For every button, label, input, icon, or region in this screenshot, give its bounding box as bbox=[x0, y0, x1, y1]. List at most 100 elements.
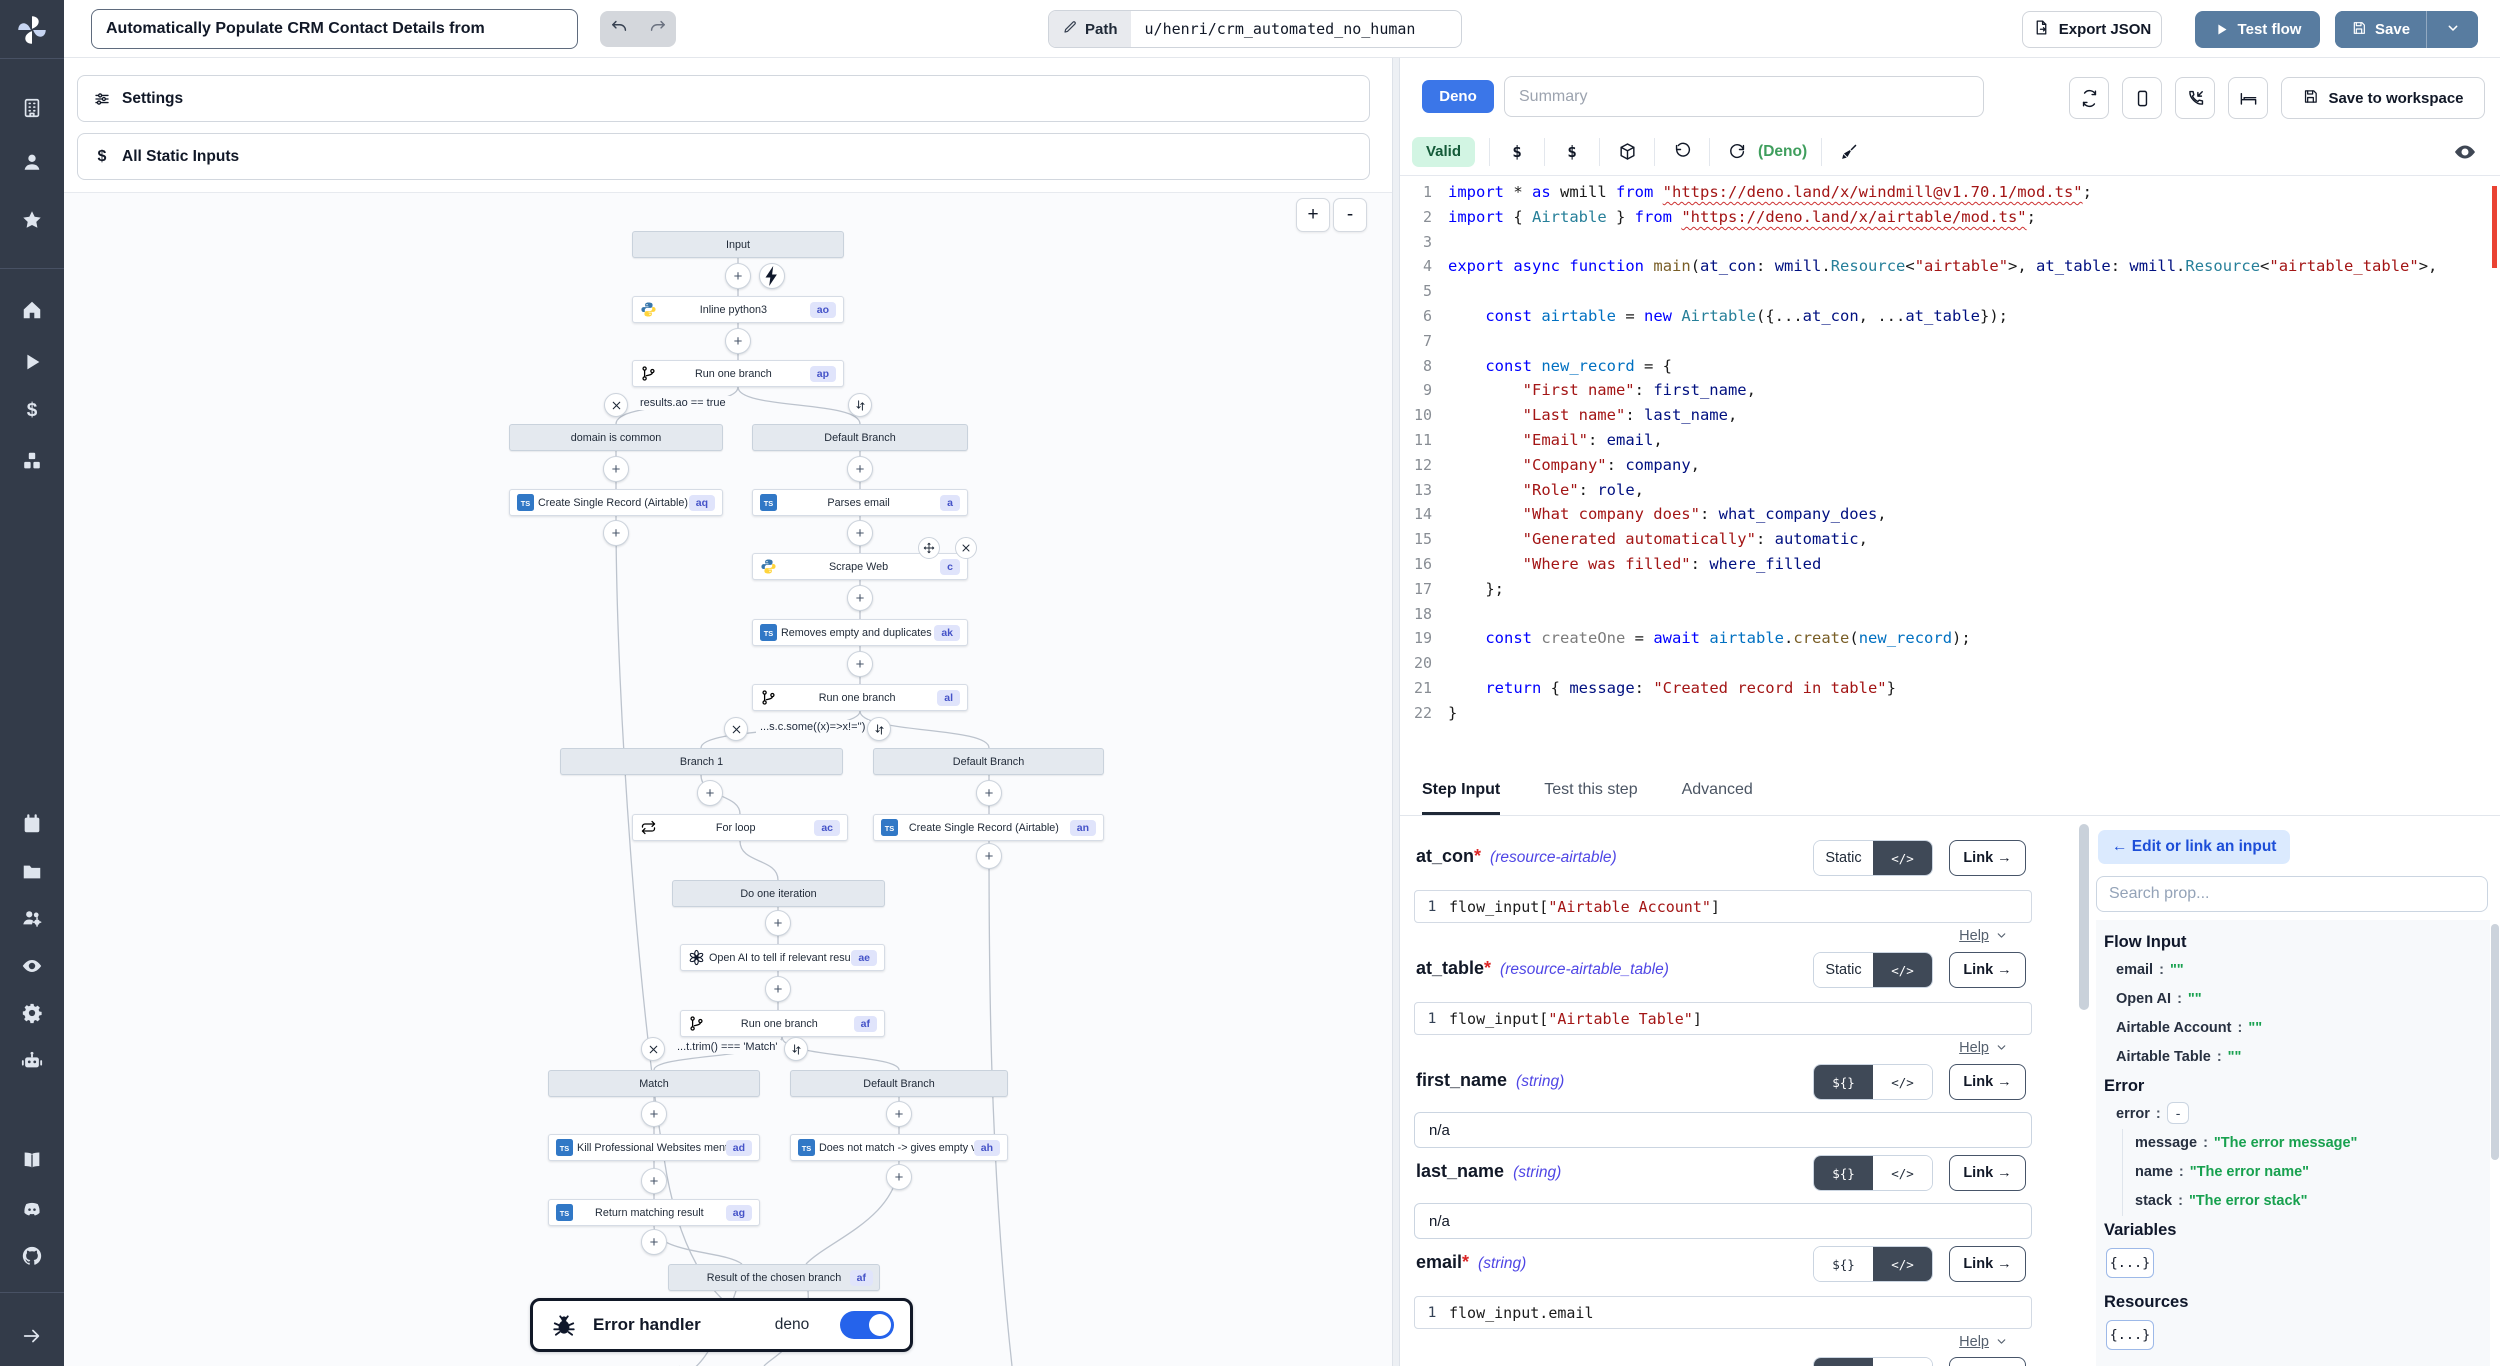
input-mode-toggle[interactable]: ${}</> bbox=[1813, 1357, 1933, 1366]
remove-step-icon[interactable] bbox=[955, 537, 977, 559]
add-step-button[interactable]: + bbox=[847, 651, 873, 677]
link-input-button[interactable]: Link → bbox=[1949, 952, 2026, 988]
sidebar-discord-icon[interactable] bbox=[21, 1199, 43, 1221]
sidebar-play-icon[interactable] bbox=[21, 351, 43, 373]
sidebar-github-icon[interactable] bbox=[21, 1245, 43, 1267]
windmill-logo-icon[interactable] bbox=[15, 13, 49, 47]
error-handler-toggle[interactable] bbox=[840, 1311, 894, 1339]
inspector-scrollbar[interactable] bbox=[2490, 920, 2500, 1366]
collapse-button[interactable]: - bbox=[2167, 1102, 2190, 1124]
flow-step-node[interactable]: Run one branchal bbox=[752, 684, 968, 711]
flow-branch-header[interactable]: domain is common bbox=[509, 424, 723, 451]
help-link[interactable]: Help bbox=[1414, 1334, 2008, 1350]
add-step-button[interactable]: + bbox=[847, 520, 873, 546]
test-flow-button[interactable]: Test flow bbox=[2195, 11, 2320, 48]
code-line[interactable]: 17 }; bbox=[1400, 577, 2494, 602]
add-step-button[interactable]: + bbox=[697, 780, 723, 806]
expression-editor[interactable]: 1flow_input["Airtable Table"] bbox=[1414, 1002, 2032, 1035]
dollar-resource-icon[interactable]: $ bbox=[1559, 139, 1585, 165]
eye-icon[interactable] bbox=[2452, 140, 2478, 166]
code-line[interactable]: 6 const airtable = new Airtable({...at_c… bbox=[1400, 304, 2494, 329]
history-icon[interactable] bbox=[1669, 139, 1695, 165]
code-line[interactable]: 3 bbox=[1400, 230, 2494, 255]
phone-incoming-icon[interactable] bbox=[2175, 77, 2215, 119]
branch-compare-icon[interactable] bbox=[848, 393, 872, 417]
panel-divider[interactable] bbox=[1392, 58, 1400, 1366]
add-step-button[interactable]: + bbox=[976, 780, 1002, 806]
flow-step-node[interactable]: Scrape Webc bbox=[752, 553, 968, 580]
flow-step-node[interactable]: Open AI to tell if relevant resultae bbox=[680, 944, 885, 971]
flow-step-node[interactable]: TSCreate Single Record (Airtable)an bbox=[873, 814, 1104, 841]
add-step-button[interactable]: + bbox=[603, 520, 629, 546]
code-line[interactable]: 16 "Where was filled": where_filled bbox=[1400, 552, 2494, 577]
flow-branch-header[interactable]: Branch 1 bbox=[560, 748, 843, 775]
save-to-workspace-button[interactable]: Save to workspace bbox=[2281, 77, 2485, 119]
path-value[interactable]: u/henri/crm_automated_no_human bbox=[1131, 11, 1461, 47]
input-mode-toggle[interactable]: ${}</> bbox=[1813, 1246, 1933, 1282]
code-line[interactable]: 18 bbox=[1400, 602, 2494, 627]
code-line[interactable]: 22} bbox=[1400, 701, 2494, 726]
sidebar-folder-icon[interactable] bbox=[21, 861, 43, 883]
expression-editor[interactable]: 1flow_input.email bbox=[1414, 1296, 2032, 1329]
flow-branch-header[interactable]: Do one iteration bbox=[672, 880, 885, 907]
flow-step-node[interactable]: TSParses emaila bbox=[752, 489, 968, 516]
static-mode-segment[interactable]: Static bbox=[1814, 841, 1873, 875]
flow-branch-header[interactable]: Default Branch bbox=[752, 424, 968, 451]
flow-branch-header[interactable]: Input bbox=[632, 231, 844, 258]
error-handler-node[interactable]: Error handlerdeno bbox=[530, 1298, 913, 1352]
static-mode-segment[interactable]: Static bbox=[1814, 953, 1873, 987]
sidebar-arrow-right-icon[interactable] bbox=[21, 1325, 43, 1347]
flow-step-node[interactable]: TSKill Professional Websites mentionsad bbox=[548, 1134, 760, 1161]
branch-compare-icon[interactable] bbox=[784, 1037, 808, 1061]
flow-branch-header[interactable]: Result of the chosen branchaf bbox=[668, 1264, 880, 1291]
flow-branch-header[interactable]: Default Branch bbox=[873, 748, 1104, 775]
inspector-prop-error[interactable]: error:- bbox=[2104, 1100, 2490, 1129]
undo-icon[interactable] bbox=[607, 17, 631, 41]
code-line[interactable]: 1import * as wmill from "https://deno.la… bbox=[1400, 180, 2494, 205]
sidebar-book-icon[interactable] bbox=[21, 1149, 43, 1171]
static-value-input[interactable] bbox=[1414, 1112, 2032, 1148]
static-value-input[interactable] bbox=[1414, 1203, 2032, 1239]
code-mode-segment[interactable]: </> bbox=[1873, 1065, 1932, 1099]
flow-step-node[interactable]: Run one branchap bbox=[632, 360, 844, 387]
code-mode-segment[interactable]: </> bbox=[1873, 1156, 1932, 1190]
add-step-button[interactable]: + bbox=[886, 1164, 912, 1190]
zoom-out-button[interactable]: - bbox=[1333, 198, 1367, 232]
tab-advanced[interactable]: Advanced bbox=[1682, 781, 1753, 815]
flow-step-node[interactable]: TSReturn matching resultag bbox=[548, 1199, 760, 1226]
code-line[interactable]: 5 bbox=[1400, 279, 2494, 304]
workbench-icon[interactable] bbox=[2228, 77, 2268, 119]
flow-step-node[interactable]: Run one branchaf bbox=[680, 1010, 885, 1037]
sidebar-cubes-icon[interactable] bbox=[21, 450, 43, 472]
sidebar-users-gear-icon[interactable] bbox=[21, 907, 43, 929]
package-icon[interactable] bbox=[1614, 139, 1640, 165]
inspector-prop-name[interactable]: name:"The error name" bbox=[2123, 1158, 2490, 1187]
sidebar-calendar-icon[interactable] bbox=[21, 813, 43, 835]
flow-branch-header[interactable]: Default Branch bbox=[790, 1070, 1008, 1097]
expand-object-button[interactable]: {...} bbox=[2106, 1248, 2154, 1278]
help-link[interactable]: Help bbox=[1414, 928, 2008, 944]
export-json-button[interactable]: Export JSON bbox=[2022, 11, 2162, 48]
sidebar-user-icon[interactable] bbox=[21, 151, 43, 173]
code-mode-segment[interactable]: </> bbox=[1873, 1247, 1932, 1281]
edit-or-link-input-button[interactable]: ← Edit or link an input bbox=[2098, 830, 2290, 864]
add-step-button[interactable]: + bbox=[976, 843, 1002, 869]
inspector-prop-airtable-table[interactable]: Airtable Table:"" bbox=[2104, 1043, 2490, 1072]
flow-step-node[interactable]: TSDoes not match -> gives empty valueah bbox=[790, 1134, 1008, 1161]
inspector-prop-open-ai[interactable]: Open AI:"" bbox=[2104, 985, 2490, 1014]
sidebar-gear-icon[interactable] bbox=[21, 1002, 43, 1024]
zoom-in-button[interactable]: + bbox=[1296, 198, 1330, 232]
link-input-button[interactable]: Link → bbox=[1949, 1357, 2026, 1366]
code-line[interactable]: 19 const createOne = await airtable.crea… bbox=[1400, 626, 2494, 651]
sidebar-home-icon[interactable] bbox=[21, 299, 43, 321]
add-step-button[interactable]: + bbox=[765, 976, 791, 1002]
sidebar-star-icon[interactable] bbox=[21, 209, 43, 231]
code-line[interactable]: 7 bbox=[1400, 329, 2494, 354]
flow-step-node[interactable]: For loopac bbox=[632, 814, 848, 841]
summary-input[interactable] bbox=[1504, 76, 1984, 117]
sidebar-eye-icon[interactable] bbox=[21, 955, 43, 977]
branch-compare-icon[interactable] bbox=[867, 717, 891, 741]
code-line[interactable]: 15 "Generated automatically": automatic, bbox=[1400, 527, 2494, 552]
template-mode-segment[interactable]: ${} bbox=[1814, 1247, 1873, 1281]
inspector-prop-message[interactable]: message:"The error message" bbox=[2123, 1129, 2490, 1158]
